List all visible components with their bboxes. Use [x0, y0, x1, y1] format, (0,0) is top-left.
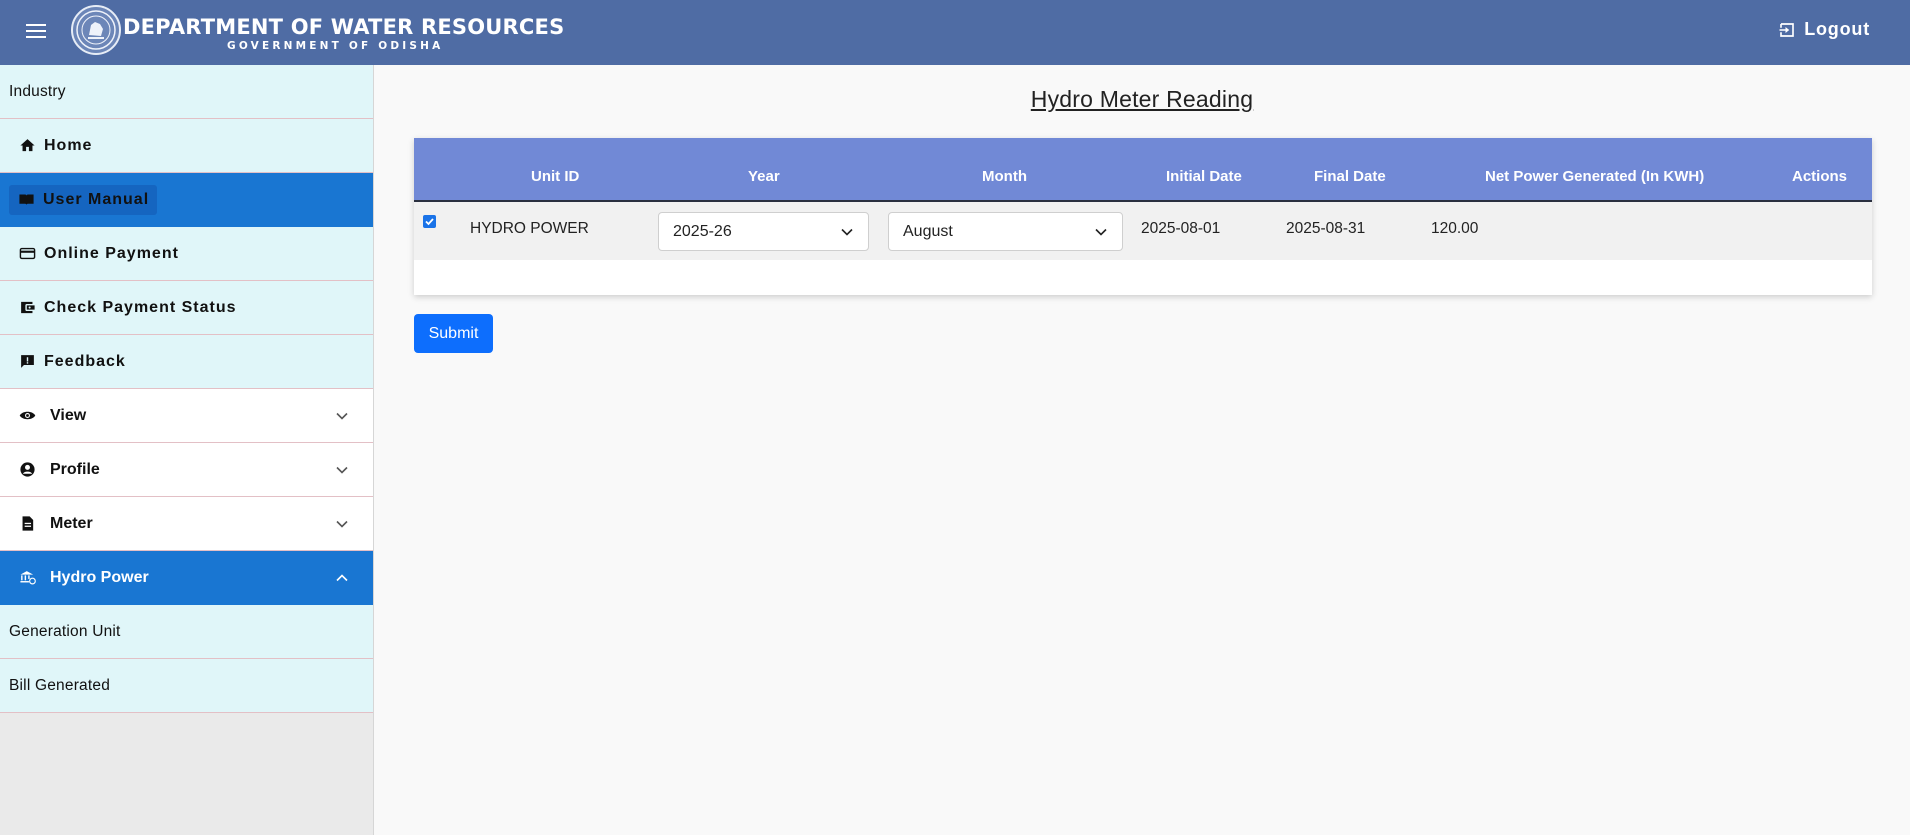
- sidebar-item-online-payment[interactable]: Online Payment: [0, 227, 373, 281]
- header-actions: Actions: [1792, 168, 1848, 185]
- eye-icon: [18, 407, 36, 425]
- year-select[interactable]: 2025-26: [658, 212, 869, 251]
- cell-net-power: 120.00: [1431, 220, 1479, 237]
- sidebar-item-label: Industry: [9, 82, 66, 100]
- month-select-value: August: [903, 222, 953, 240]
- sidebar-item-industry[interactable]: Industry: [0, 65, 373, 119]
- sidebar-item-hydro-power[interactable]: Hydro Power: [0, 551, 373, 605]
- sidebar-item-view[interactable]: View: [0, 389, 373, 443]
- credit-card-icon: [18, 245, 36, 263]
- cell-unit-id: HYDRO POWER: [470, 220, 589, 237]
- cell-final-date: 2025-08-31: [1286, 220, 1366, 237]
- book-icon: [17, 191, 35, 209]
- sidebar-item-label: Home: [44, 136, 93, 154]
- department-title: DEPARTMENT OF WATER RESOURCES: [123, 15, 565, 39]
- department-subtitle: GOVERNMENT OF ODISHA: [227, 40, 444, 52]
- sidebar-item-feedback[interactable]: Feedback: [0, 335, 373, 389]
- sidebar-item-bill-generated[interactable]: Bill Generated: [0, 659, 373, 713]
- chevron-down-icon: [336, 520, 348, 528]
- sidebar-item-label: Feedback: [44, 352, 126, 370]
- sidebar-item-generation-unit[interactable]: Generation Unit: [0, 605, 373, 659]
- chevron-down-icon: [1095, 228, 1107, 236]
- wallet-icon: [18, 299, 36, 317]
- sidebar-item-label: Meter: [50, 514, 93, 532]
- feedback-icon: [18, 353, 36, 371]
- chevron-down-icon: [336, 466, 348, 474]
- sidebar-item-label: Generation Unit: [9, 622, 121, 640]
- row-checkbox[interactable]: [423, 215, 436, 228]
- submit-button[interactable]: Submit: [414, 314, 493, 353]
- header-initial-date: Initial Date: [1166, 168, 1242, 185]
- sidebar-item-label: User Manual: [43, 190, 150, 208]
- table-header: Unit ID Year Month Initial Date Final Da…: [414, 138, 1872, 202]
- page-title: Hydro Meter Reading: [1030, 86, 1254, 112]
- header-unit-id: Unit ID: [531, 168, 580, 185]
- sidebar-item-check-payment-status[interactable]: Check Payment Status: [0, 281, 373, 335]
- sidebar-item-user-manual[interactable]: User Manual: [0, 173, 373, 227]
- document-icon: [18, 515, 36, 533]
- month-select[interactable]: August: [888, 212, 1123, 251]
- sidebar-item-label: Online Payment: [44, 244, 179, 262]
- top-bar: DEPARTMENT OF WATER RESOURCES GOVERNMENT…: [0, 0, 1910, 65]
- chevron-down-icon: [841, 228, 853, 236]
- sidebar-item-profile[interactable]: Profile: [0, 443, 373, 497]
- sidebar: Industry Home User Manual Online Payment…: [0, 65, 374, 835]
- bank-icon: [18, 569, 36, 587]
- logout-label: Logout: [1804, 19, 1870, 39]
- sidebar-item-label: View: [50, 406, 87, 424]
- header-month: Month: [982, 168, 1027, 185]
- header-final-date: Final Date: [1314, 168, 1386, 185]
- meter-reading-table: Unit ID Year Month Initial Date Final Da…: [414, 138, 1872, 295]
- account-icon: [18, 461, 36, 479]
- menu-icon[interactable]: [26, 24, 46, 40]
- home-icon: [18, 137, 36, 155]
- sidebar-item-label: Bill Generated: [9, 676, 111, 694]
- logout-button[interactable]: Logout: [1778, 19, 1870, 40]
- sidebar-item-label: Check Payment Status: [44, 298, 237, 316]
- odisha-emblem-logo: [71, 5, 121, 55]
- table-row: HYDRO POWER 2025-26 August 2025-08-01 20…: [414, 202, 1872, 260]
- header-year: Year: [748, 168, 780, 185]
- year-select-value: 2025-26: [673, 222, 732, 240]
- sidebar-item-home[interactable]: Home: [0, 119, 373, 173]
- sidebar-item-label: Profile: [50, 460, 100, 478]
- logout-icon: [1779, 22, 1795, 37]
- chevron-down-icon: [336, 412, 348, 420]
- sidebar-item-meter[interactable]: Meter: [0, 497, 373, 551]
- chevron-up-icon: [336, 574, 348, 582]
- sidebar-item-label: Hydro Power: [50, 568, 149, 586]
- header-net-power: Net Power Generated (In KWH): [1485, 168, 1705, 185]
- cell-initial-date: 2025-08-01: [1141, 220, 1221, 237]
